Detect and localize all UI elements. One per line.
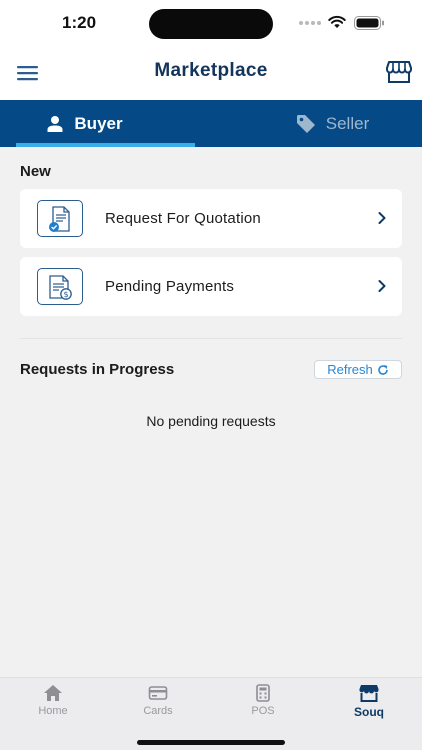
chevron-right-icon [378,212,386,224]
request-for-quotation-label: Request For Quotation [105,210,261,227]
nav-item-pos[interactable]: POS [228,684,298,717]
wifi-icon [328,15,346,28]
active-tab-indicator [16,143,195,147]
home-indicator [137,740,285,745]
empty-state-text: No pending requests [146,413,276,429]
dynamic-island [149,9,273,39]
home-icon [44,685,62,701]
battery-icon [354,16,384,30]
invoice-dollar-icon: $ [37,268,83,305]
section-title-new: New [20,163,51,180]
app-header: Marketplace [0,48,422,100]
tab-buyer[interactable]: Buyer [0,100,211,147]
nav-label-home: Home [38,705,68,717]
signal-icon [299,21,321,25]
svg-text:$: $ [63,290,68,299]
tab-buyer-label: Buyer [74,113,123,133]
tab-seller[interactable]: Seller [211,100,422,147]
page-title: Marketplace [154,60,268,81]
status-time: 1:20 [62,13,97,32]
store-icon [359,685,379,702]
user-icon [47,115,63,132]
pending-payments-card[interactable]: $ Pending Payments [20,257,402,316]
status-bar: 1:20 [0,0,422,48]
tag-icon [296,114,315,133]
nav-label-souq: Souq [354,705,384,719]
document-check-icon [37,200,83,237]
card-icon [148,686,168,700]
refresh-icon [378,364,388,375]
nav-item-souq[interactable]: Souq [334,684,404,719]
nav-label-cards: Cards [143,705,173,717]
section-divider [20,338,402,339]
tab-seller-label: Seller [325,113,370,133]
section-title-requests-in-progress: Requests in Progress [20,361,175,378]
refresh-button[interactable]: Refresh [314,360,402,379]
buyer-seller-tabs: Buyer Seller [0,100,422,147]
nav-item-cards[interactable]: Cards [123,684,193,717]
request-for-quotation-card[interactable]: Request For Quotation [20,189,402,248]
chevron-right-icon [378,280,386,292]
calculator-icon [256,684,270,702]
refresh-label: Refresh [327,362,373,377]
store-icon[interactable] [386,60,412,84]
pending-payments-label: Pending Payments [105,278,235,295]
nav-label-pos: POS [251,705,275,717]
nav-item-home[interactable]: Home [18,684,88,717]
